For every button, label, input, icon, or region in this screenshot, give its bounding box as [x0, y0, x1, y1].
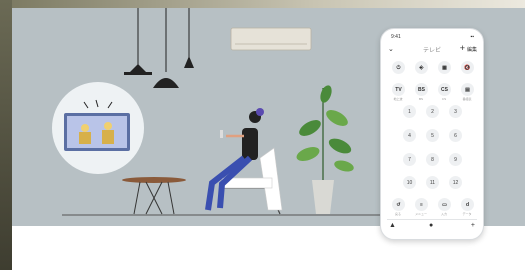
number-button-12[interactable]: 12 [449, 176, 462, 189]
screen-icon: ▭ [442, 201, 447, 208]
guide-caption: 番組表 [462, 97, 472, 101]
number-button-5[interactable]: 5 [426, 129, 439, 142]
status-time: 9:41 [391, 34, 401, 40]
add-icon[interactable]: + [460, 43, 465, 53]
back-button[interactable]: ↺ [392, 198, 405, 211]
input-caption: 入力 [440, 212, 447, 216]
bs-button[interactable]: BS [415, 83, 428, 96]
tv-caption: 地上波 [393, 97, 403, 101]
number-button-11[interactable]: 11 [426, 176, 439, 189]
data-caption: データ [462, 212, 472, 216]
bs-caption: BS [418, 97, 423, 101]
menu-button[interactable]: ≡ [415, 198, 428, 211]
number-button-2[interactable]: 2 [426, 105, 439, 118]
up-arrow-icon[interactable]: ▲ [389, 222, 396, 229]
undo-icon: ↺ [396, 201, 401, 208]
number-button-10[interactable]: 10 [403, 176, 416, 189]
number-button-4[interactable]: 4 [403, 129, 416, 142]
input-button[interactable]: ⎆ [415, 61, 428, 74]
input-icon: ⎆ [419, 64, 424, 71]
phone-bottom-bar: ▲ ● + [387, 219, 477, 234]
menu-caption: メニュー [414, 212, 427, 216]
tv-button[interactable]: TV [392, 83, 405, 96]
plus-icon[interactable]: + [471, 222, 475, 229]
window-top-edge [0, 0, 525, 8]
input-select-button[interactable]: ▭ [438, 198, 451, 211]
grid-icon: ▦ [442, 64, 447, 71]
data-button[interactable]: d [461, 198, 474, 211]
number-button-1[interactable]: 1 [403, 105, 416, 118]
menu-icon: ≡ [420, 201, 423, 208]
power-button[interactable]: ⏻ [392, 61, 405, 74]
number-button-9[interactable]: 9 [449, 153, 462, 166]
window-left-edge [0, 0, 12, 270]
bs-label: BS [418, 86, 425, 93]
edit-button[interactable]: 編集 [467, 46, 477, 53]
cs-label: CS [441, 86, 448, 93]
status-indicators: ▪▪ [470, 34, 474, 40]
tv-label: TV [395, 86, 402, 93]
power-icon: ⏻ [396, 64, 401, 71]
mute-button[interactable]: 🔇 [461, 61, 474, 74]
center-dot-icon[interactable]: ● [429, 222, 433, 229]
cs-caption: CS [441, 97, 447, 101]
phone-remote-app: 9:41 ▪▪ ⌄ テレビ + 編集 ⏻ ⎆ ▦ 🔇 TV 地上波 BS BS … [380, 28, 484, 240]
d-icon: d [465, 201, 470, 208]
guide-button[interactable]: ▤ [461, 83, 474, 96]
cs-button[interactable]: CS [438, 83, 451, 96]
number-button-8[interactable]: 8 [426, 153, 439, 166]
number-button-6[interactable]: 6 [449, 129, 462, 142]
number-button-3[interactable]: 3 [449, 105, 462, 118]
guide-icon: ▤ [465, 86, 470, 93]
volume-mute-icon: 🔇 [464, 64, 471, 71]
number-button-7[interactable]: 7 [403, 153, 416, 166]
back-caption: 戻る [394, 212, 401, 216]
grid-button[interactable]: ▦ [438, 61, 451, 74]
